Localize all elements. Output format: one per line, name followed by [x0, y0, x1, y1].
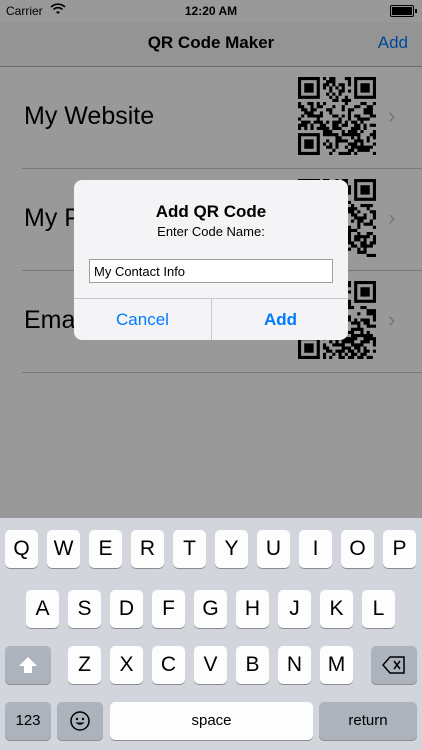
key[interactable]: K [320, 590, 353, 628]
key[interactable]: M [320, 646, 353, 684]
key[interactable]: J [278, 590, 311, 628]
key[interactable]: V [194, 646, 227, 684]
key[interactable]: O [341, 530, 374, 568]
key[interactable]: Q [5, 530, 38, 568]
return-key[interactable]: return [319, 702, 417, 740]
key[interactable]: U [257, 530, 290, 568]
key[interactable]: R [131, 530, 164, 568]
code-name-input[interactable] [89, 259, 333, 283]
emoji-key[interactable] [57, 702, 103, 740]
key[interactable]: H [236, 590, 269, 628]
add-qr-code-dialog: Add QR Code Enter Code Name: Cancel Add [74, 180, 348, 340]
app-screen: Carrier 12:20 AM QR Code Maker Add My We… [0, 0, 422, 750]
emoji-icon [70, 711, 90, 732]
add-button[interactable]: Add [211, 299, 348, 340]
numbers-key[interactable]: 123 [5, 702, 51, 740]
key[interactable]: P [383, 530, 416, 568]
keyboard: Q W E R T Y U I O P A S D F G H J K L Z … [0, 518, 422, 750]
shift-icon [19, 657, 37, 674]
key[interactable]: C [152, 646, 185, 684]
key[interactable]: W [47, 530, 80, 568]
dialog-buttons: Cancel Add [74, 298, 348, 340]
key[interactable]: G [194, 590, 227, 628]
cancel-button[interactable]: Cancel [74, 299, 211, 340]
key[interactable]: X [110, 646, 143, 684]
key[interactable]: Z [68, 646, 101, 684]
key[interactable]: T [173, 530, 206, 568]
dialog-message: Enter Code Name: [157, 224, 265, 239]
dialog-title: Add QR Code [155, 202, 267, 221]
key[interactable]: F [152, 590, 185, 628]
key[interactable]: E [89, 530, 122, 568]
key[interactable]: I [299, 530, 332, 568]
key[interactable]: S [68, 590, 101, 628]
key[interactable]: B [236, 646, 269, 684]
key[interactable]: N [278, 646, 311, 684]
delete-icon [382, 656, 405, 675]
key[interactable]: D [110, 590, 143, 628]
delete-key[interactable] [371, 646, 417, 684]
key[interactable]: Y [215, 530, 248, 568]
key[interactable]: L [362, 590, 395, 628]
space-key[interactable]: space [110, 702, 313, 740]
shift-key[interactable] [5, 646, 51, 684]
key[interactable]: A [26, 590, 59, 628]
